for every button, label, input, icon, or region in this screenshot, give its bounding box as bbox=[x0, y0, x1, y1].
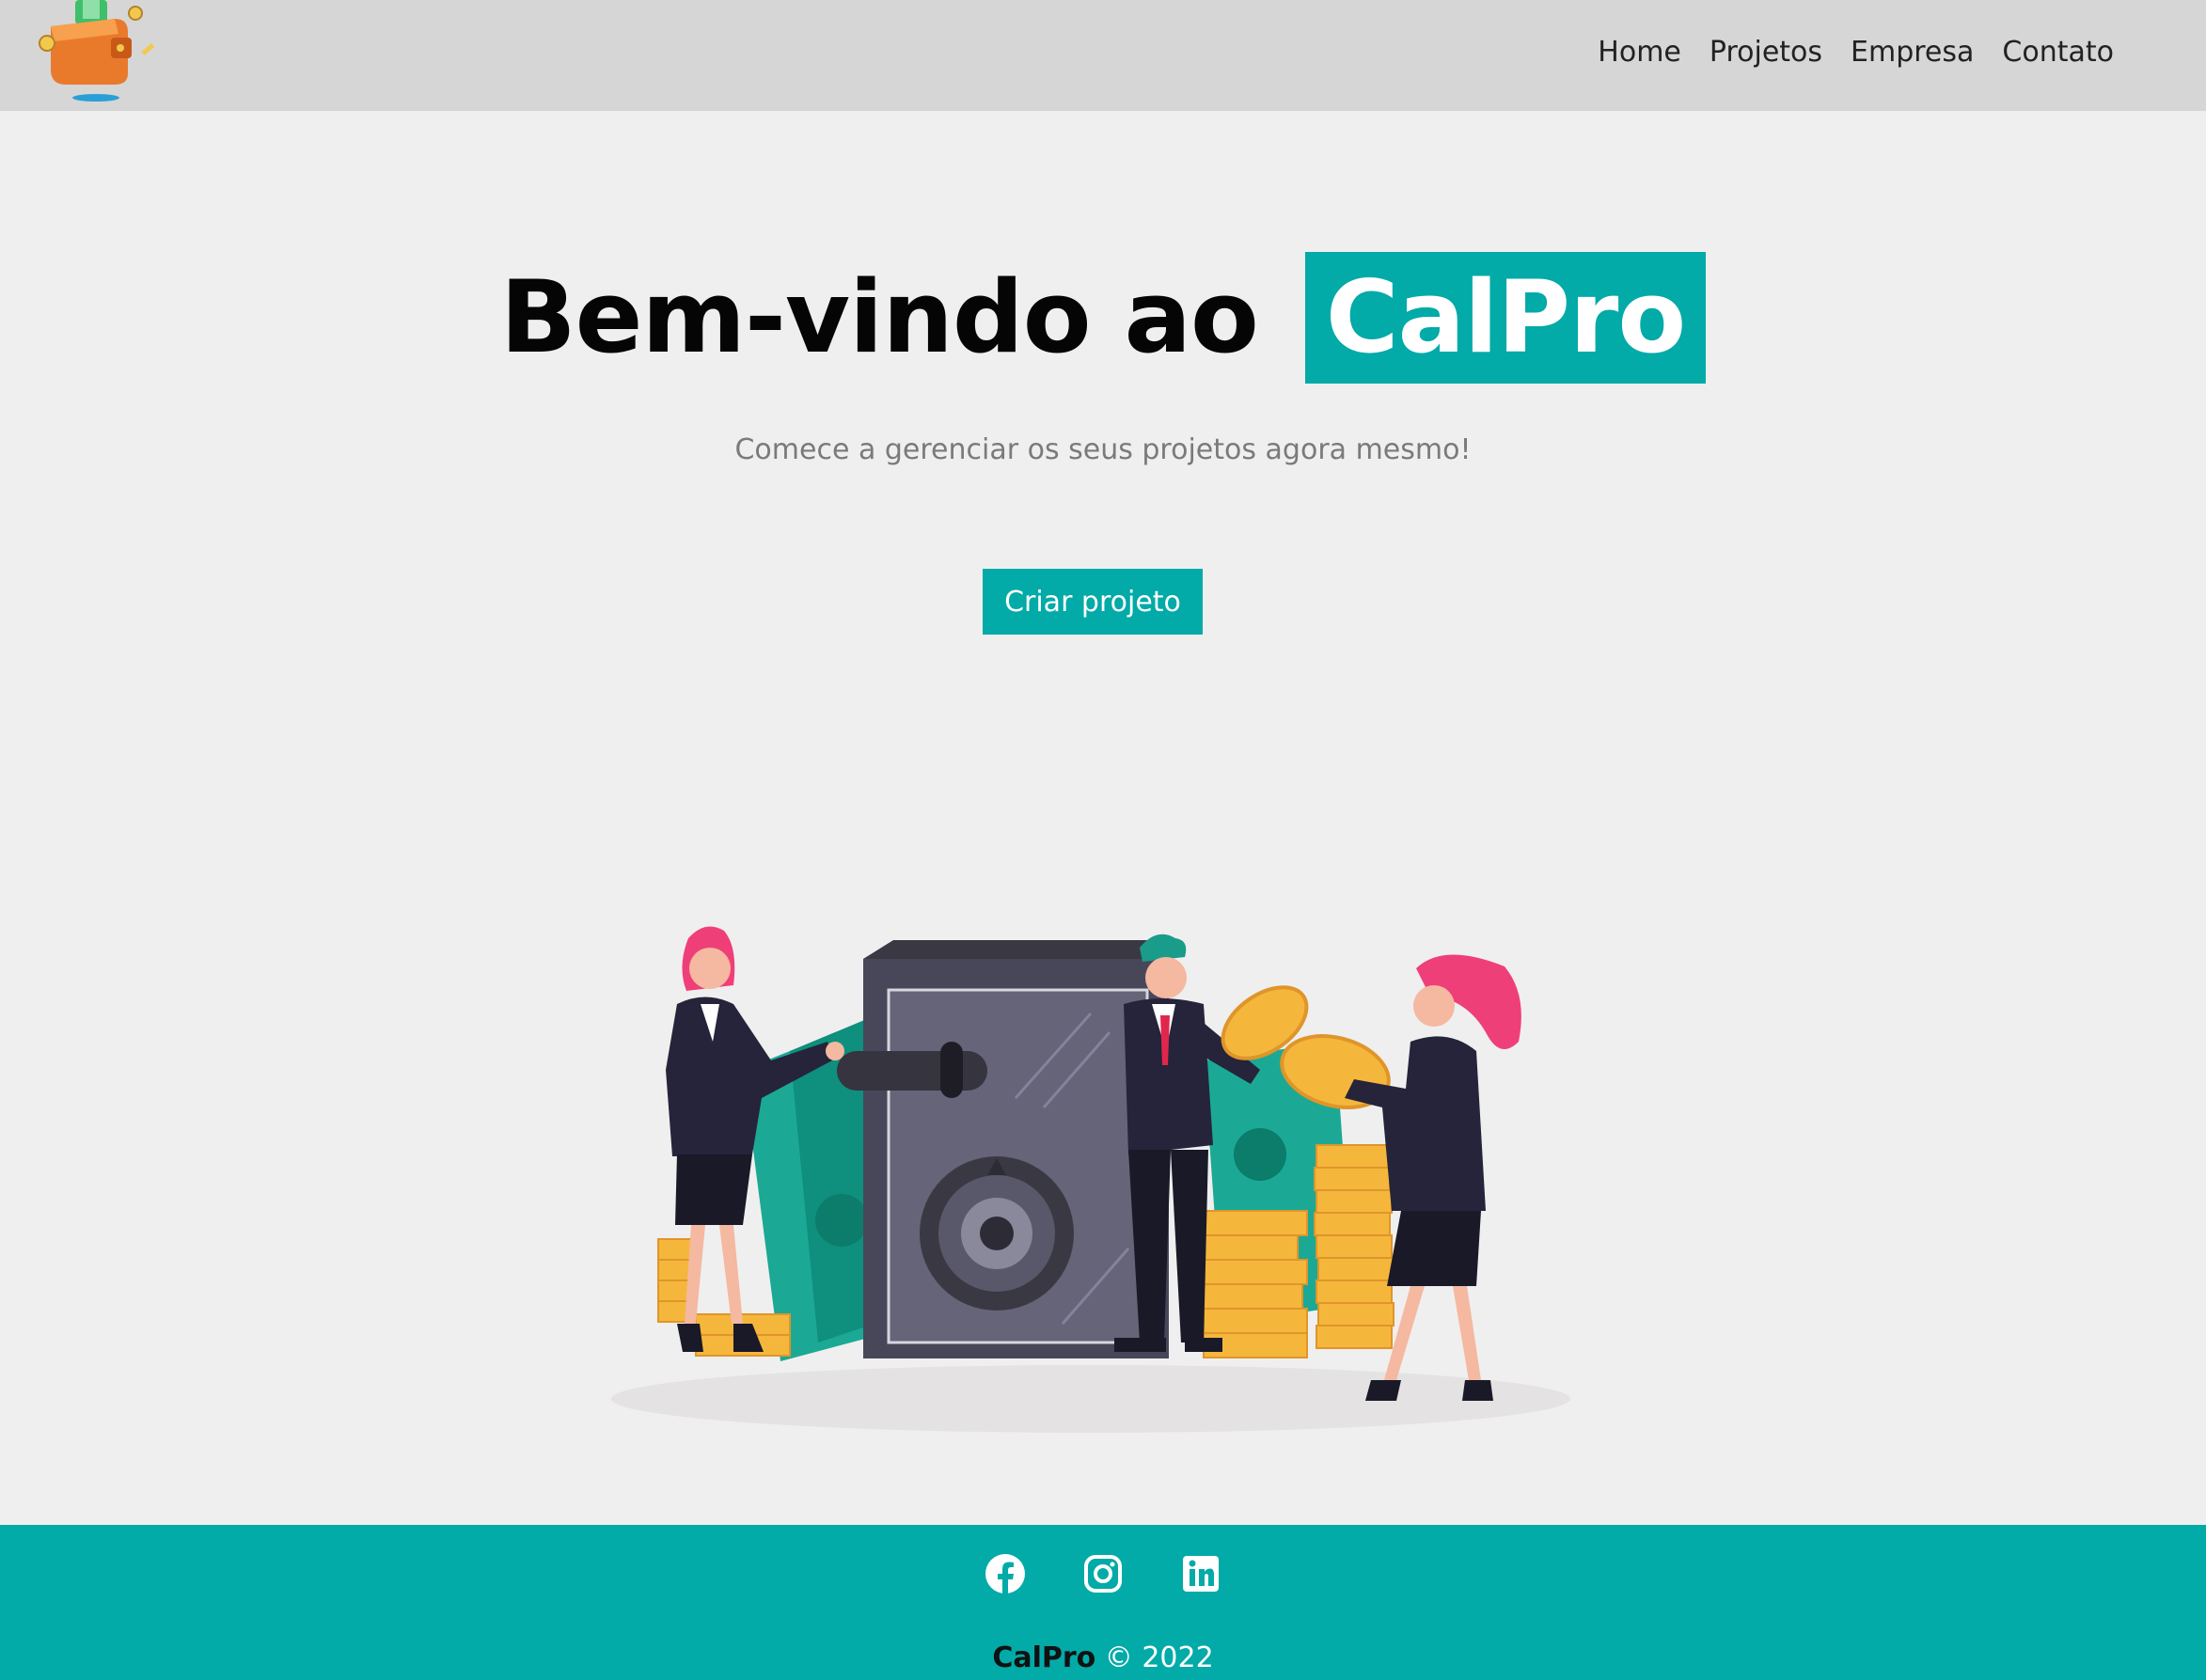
nav-link-contato[interactable]: Contato bbox=[2002, 36, 2114, 69]
nav-link-empresa[interactable]: Empresa bbox=[1851, 36, 1974, 69]
hero-section: Bem-vindo ao CalPro Comece a gerenciar o… bbox=[0, 111, 2206, 1525]
nav-link-home[interactable]: Home bbox=[1598, 36, 1681, 69]
page-title: Bem-vindo ao CalPro bbox=[0, 252, 2206, 384]
social-links bbox=[0, 1553, 2206, 1594]
navbar: Home Projetos Empresa Contato bbox=[0, 0, 2206, 111]
hero-subtitle: Comece a gerenciar os seus projetos agor… bbox=[734, 433, 1472, 466]
copyright: CalPro © 2022 bbox=[0, 1641, 2206, 1674]
wallet-logo-icon[interactable] bbox=[38, 0, 160, 105]
create-project-button[interactable]: Criar projeto bbox=[983, 569, 1203, 635]
title-prefix: Bem-vindo ao bbox=[499, 259, 1259, 375]
copyright-year: © 2022 bbox=[1104, 1641, 1214, 1674]
footer-brand: CalPro bbox=[992, 1641, 1096, 1674]
footer: CalPro © 2022 bbox=[0, 1525, 2206, 1680]
linkedin-icon[interactable] bbox=[1180, 1553, 1221, 1594]
facebook-icon[interactable] bbox=[985, 1553, 1026, 1594]
nav-link-projetos[interactable]: Projetos bbox=[1710, 36, 1822, 69]
safe-illustration bbox=[611, 926, 1570, 1433]
instagram-icon[interactable] bbox=[1082, 1553, 1124, 1594]
title-brand-highlight: CalPro bbox=[1304, 252, 1707, 384]
